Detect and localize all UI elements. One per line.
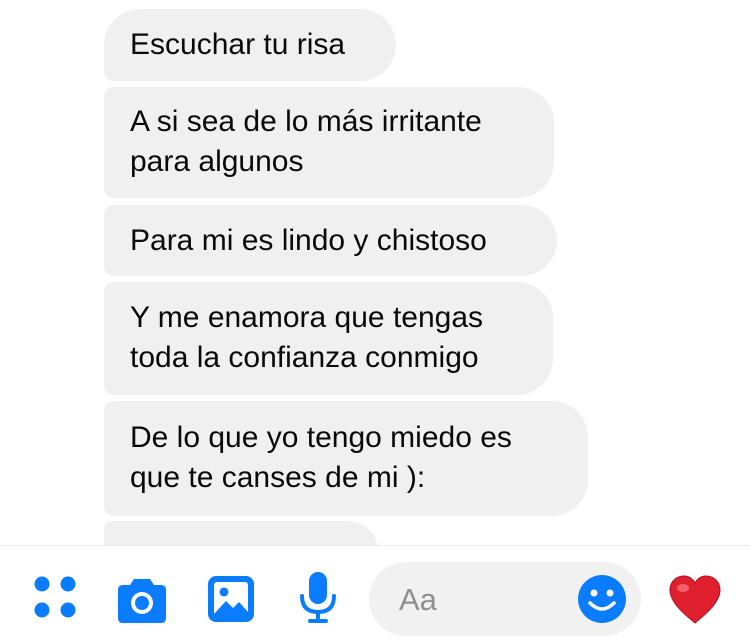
message-input-placeholder: Aa <box>399 582 437 617</box>
message-input[interactable]: Aa <box>369 562 641 636</box>
gallery-icon[interactable] <box>206 574 256 624</box>
more-apps-icon[interactable] <box>32 574 80 622</box>
camera-icon[interactable] <box>114 576 170 626</box>
message-bubble[interactable]: Y me enamora que tengas toda la confianz… <box>104 282 553 395</box>
composer-bar: Aa <box>0 545 750 641</box>
message-bubble[interactable]: Escuchar tu risa <box>104 9 396 81</box>
heart-icon[interactable] <box>668 574 722 626</box>
message-bubble[interactable]: Para mi es lindo y chistoso <box>104 205 557 276</box>
message-bubble-partial[interactable] <box>104 521 378 545</box>
message-thread: Escuchar tu risa A si sea de lo más irri… <box>0 0 750 545</box>
microphone-icon[interactable] <box>298 570 338 626</box>
emoji-icon[interactable] <box>577 574 627 624</box>
message-bubble[interactable]: De lo que yo tengo miedo es que te canse… <box>104 401 588 516</box>
message-bubble[interactable]: A si sea de lo más irritante para alguno… <box>104 87 554 198</box>
